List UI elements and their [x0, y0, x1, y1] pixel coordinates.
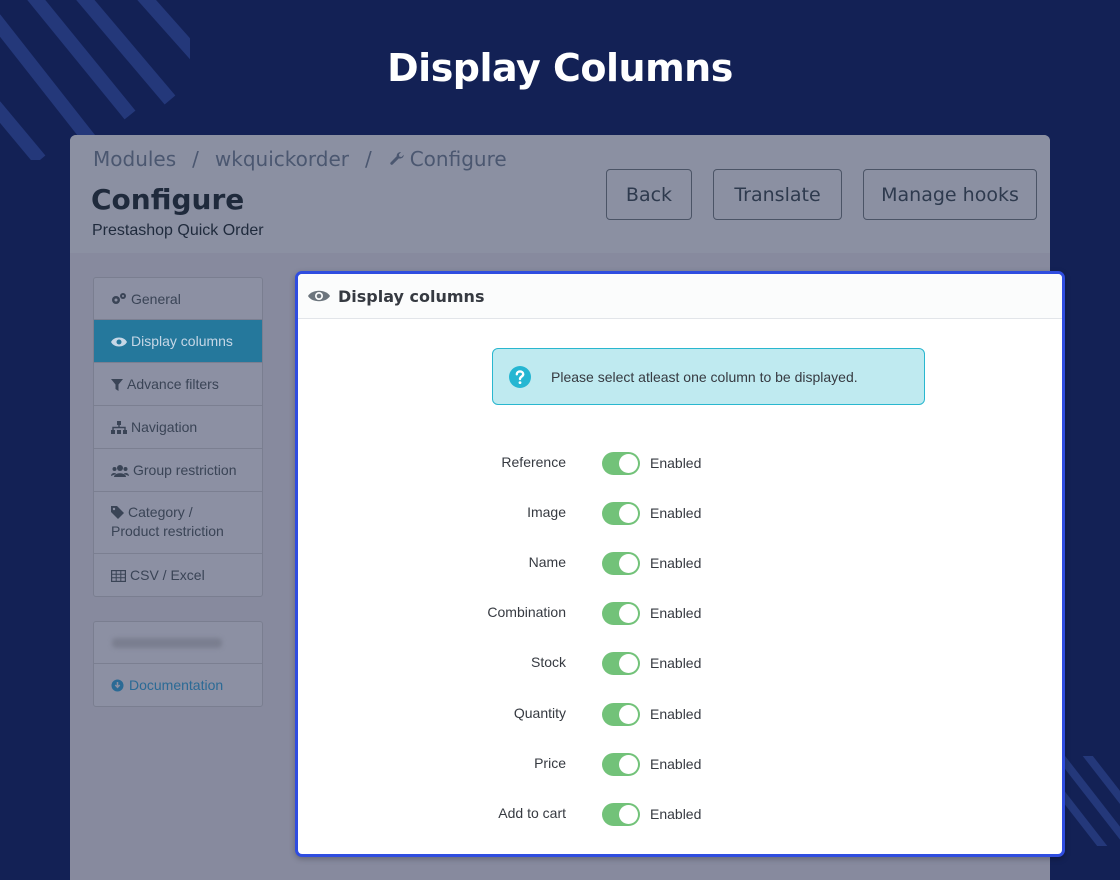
eye-icon: [308, 290, 330, 302]
row-label: Add to cart: [498, 805, 566, 821]
column-row-stock: Stock Enabled: [298, 650, 1062, 676]
sidebar-item-label: Display columns: [131, 333, 233, 349]
toggle-state: Enabled: [650, 756, 702, 772]
row-label: Price: [534, 755, 566, 771]
sidebar-item-general[interactable]: General: [94, 278, 262, 320]
display-columns-card: Display columns Please select atleast on…: [295, 271, 1065, 857]
column-row-reference: Reference Enabled: [298, 450, 1062, 476]
manage-hooks-button[interactable]: Manage hooks: [863, 169, 1037, 220]
documentation-label: Documentation: [129, 677, 224, 693]
back-button[interactable]: Back: [606, 169, 692, 220]
toggle-state: Enabled: [650, 555, 702, 571]
toggle-switch[interactable]: [602, 552, 640, 575]
info-alert: Please select atleast one column to be d…: [492, 348, 925, 405]
users-icon: [111, 465, 129, 477]
sidebar-item-label: Advance filters: [127, 376, 219, 392]
toggle-switch[interactable]: [602, 502, 640, 525]
column-row-quantity: Quantity Enabled: [298, 701, 1062, 727]
tag-icon: [111, 506, 124, 519]
sidebar-item-label: Group restriction: [133, 462, 237, 478]
toggle-state: Enabled: [650, 505, 702, 521]
row-label: Combination: [487, 604, 566, 620]
column-row-price: Price Enabled: [298, 751, 1062, 777]
sidebar-item-group-restriction[interactable]: Group restriction: [94, 449, 262, 492]
toggle-state: Enabled: [650, 706, 702, 722]
sidebar-item-label: Navigation: [131, 419, 198, 435]
hero-title: Display Columns: [387, 46, 733, 90]
translate-button[interactable]: Translate: [713, 169, 842, 220]
toggle-state: Enabled: [650, 455, 702, 471]
breadcrumb-separator: /: [192, 147, 199, 171]
breadcrumb-configure: Configure: [409, 147, 507, 171]
breadcrumb-separator: /: [364, 147, 372, 171]
config-sidebar: General Display columns Advance filters …: [93, 277, 263, 597]
card-title: Display columns: [338, 286, 485, 306]
row-label: Quantity: [513, 705, 566, 721]
toggle-switch[interactable]: [602, 803, 640, 826]
decorative-stripes: [1060, 756, 1120, 846]
card-header: Display columns: [298, 274, 1062, 319]
toggle-switch[interactable]: [602, 652, 640, 675]
sidebar-item-navigation[interactable]: Navigation: [94, 406, 262, 449]
sidebar-item-advance-filters[interactable]: Advance filters: [94, 363, 262, 406]
row-label: Image: [527, 504, 566, 520]
breadcrumb-wkquickorder[interactable]: wkquickorder: [215, 147, 349, 171]
question-circle-icon: [509, 366, 531, 388]
toggle-state: Enabled: [650, 655, 702, 671]
page-title: Configure: [91, 183, 245, 216]
toggle-switch[interactable]: [602, 452, 640, 475]
page-subtitle: Prestashop Quick Order: [92, 222, 264, 239]
table-icon: [111, 569, 126, 582]
breadcrumb: Modules / wkquickorder / Configure: [93, 147, 507, 171]
column-row-combination: Combination Enabled: [298, 600, 1062, 626]
sidebar-item-label: Category /: [128, 504, 193, 520]
sidebar-item-display-columns[interactable]: Display columns: [94, 320, 262, 363]
sidebar-item-label-line2: Product restriction: [111, 523, 224, 539]
module-version-blurred: [94, 622, 262, 664]
column-row-name: Name Enabled: [298, 550, 1062, 576]
eye-icon: [111, 337, 127, 346]
filter-icon: [111, 378, 123, 391]
sidebar-item-csv-excel[interactable]: CSV / Excel: [94, 554, 262, 596]
column-row-image: Image Enabled: [298, 500, 1062, 526]
sidebar-item-label: General: [131, 290, 181, 307]
breadcrumb-modules[interactable]: Modules: [93, 147, 176, 171]
toggle-state: Enabled: [650, 605, 702, 621]
gears-icon: [112, 293, 126, 304]
sidebar-item-label: CSV / Excel: [130, 567, 205, 583]
page-header: Modules / wkquickorder / Configure Confi…: [70, 135, 1050, 253]
wrench-icon: [389, 152, 404, 165]
sidebar-item-category-restriction[interactable]: Category / Product restriction: [94, 492, 262, 554]
sitemap-icon: [111, 421, 127, 434]
toggle-switch[interactable]: [602, 602, 640, 625]
toggle-state: Enabled: [650, 806, 702, 822]
alert-message: Please select atleast one column to be d…: [551, 369, 858, 385]
column-row-add-to-cart: Add to cart Enabled: [298, 801, 1062, 827]
row-label: Stock: [530, 654, 566, 670]
download-circle-icon: [111, 679, 124, 691]
toggle-switch[interactable]: [602, 703, 640, 726]
documentation-link[interactable]: Documentation: [94, 664, 262, 706]
row-label: Reference: [501, 454, 566, 470]
toggle-switch[interactable]: [602, 753, 640, 776]
row-label: Name: [528, 554, 566, 570]
module-info-box: Documentation: [93, 621, 263, 707]
